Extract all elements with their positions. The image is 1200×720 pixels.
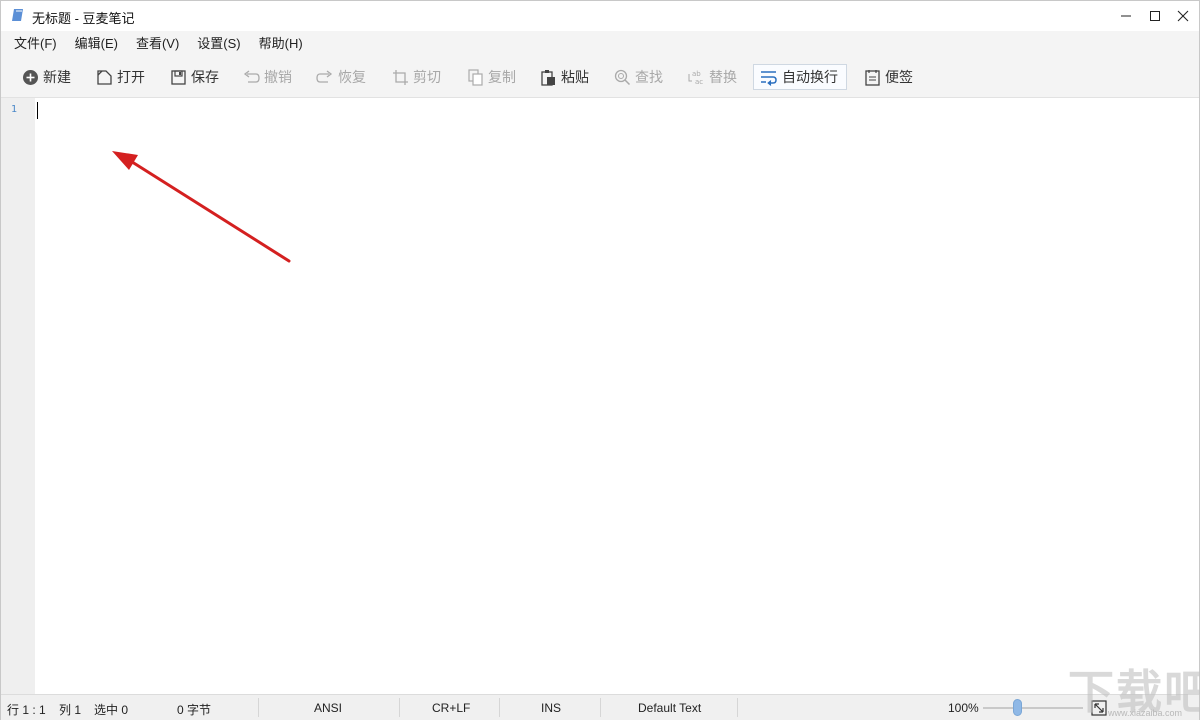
find-icon: [613, 68, 631, 86]
status-line-ending[interactable]: CR+LF: [432, 701, 470, 715]
note-button[interactable]: 便签: [863, 64, 913, 90]
editor-area[interactable]: 1: [1, 98, 1199, 694]
copy-icon: [466, 68, 484, 86]
word-wrap-label: 自动换行: [782, 69, 838, 85]
cut-icon: [391, 68, 409, 86]
copy-button[interactable]: 复制: [466, 64, 516, 90]
save-button[interactable]: 保存: [169, 64, 219, 90]
cut-label: 剪切: [413, 69, 441, 85]
replace-button[interactable]: ab ac 替换: [687, 64, 737, 90]
menu-view[interactable]: 查看(V): [127, 31, 188, 57]
status-encoding[interactable]: ANSI: [314, 701, 342, 715]
status-divider: [399, 698, 400, 717]
paste-icon: [539, 68, 557, 86]
undo-icon: [242, 68, 260, 86]
close-icon: [1177, 10, 1189, 22]
new-label: 新建: [43, 69, 71, 85]
minimize-button[interactable]: [1111, 1, 1141, 31]
menu-bar: 文件(F) 编辑(E) 查看(V) 设置(S) 帮助(H): [1, 31, 1199, 57]
menu-settings[interactable]: 设置(S): [188, 31, 249, 57]
open-label: 打开: [117, 69, 145, 85]
annotation-arrow: [112, 151, 291, 263]
app-window: 无标题 - 豆麦笔记 文件(F) 编辑(E) 查看(V) 设置(S) 帮助(H)…: [0, 0, 1200, 720]
status-bytes: 0 字节: [177, 703, 212, 717]
svg-text:ac: ac: [695, 78, 703, 86]
window-title: 无标题 - 豆麦笔记: [32, 11, 135, 26]
note-label: 便签: [885, 69, 913, 85]
replace-icon: ab ac: [687, 68, 705, 86]
maximize-icon: [1150, 11, 1160, 21]
find-button[interactable]: 查找: [613, 64, 663, 90]
word-wrap-button[interactable]: 自动换行: [753, 64, 847, 90]
menu-help[interactable]: 帮助(H): [250, 31, 312, 57]
open-file-icon: [95, 68, 113, 86]
word-wrap-icon: [760, 68, 778, 86]
redo-button[interactable]: 恢复: [316, 64, 366, 90]
status-divider: [258, 698, 259, 717]
save-icon: [169, 68, 187, 86]
zoom-slider-thumb[interactable]: [1013, 699, 1023, 716]
menu-file[interactable]: 文件(F): [5, 31, 66, 57]
redo-icon: [316, 68, 334, 86]
status-selection: 选中 0: [94, 703, 129, 717]
paste-button[interactable]: 粘贴: [539, 64, 589, 90]
status-column: 列 1: [59, 703, 82, 717]
new-button[interactable]: 新建: [21, 64, 71, 90]
copy-label: 复制: [488, 69, 516, 85]
status-insert-mode[interactable]: INS: [541, 701, 561, 715]
close-button[interactable]: [1168, 1, 1198, 31]
toolbar: 新建 打开 保存 撤销 恢复 剪切 复制 粘贴 查找 ab ac 替换 自动换行…: [1, 57, 1199, 98]
status-divider: [737, 698, 738, 717]
status-position: 行 1 : 1: [7, 703, 46, 717]
status-syntax[interactable]: Default Text: [638, 701, 701, 715]
svg-text:ab: ab: [692, 70, 701, 78]
paste-label: 粘贴: [561, 69, 589, 85]
status-divider: [499, 698, 500, 717]
find-label: 查找: [635, 69, 663, 85]
status-divider: [600, 698, 601, 717]
minimize-icon: [1121, 15, 1131, 17]
open-button[interactable]: 打开: [95, 64, 145, 90]
cut-button[interactable]: 剪切: [391, 64, 441, 90]
app-logo-icon: [10, 8, 26, 22]
undo-button[interactable]: 撤销: [242, 64, 292, 90]
replace-label: 替换: [709, 69, 737, 85]
menu-edit[interactable]: 编辑(E): [66, 31, 127, 57]
redo-label: 恢复: [338, 69, 366, 85]
status-bar: 行 1 : 1 列 1 选中 0 0 字节 ANSI CR+LF INS Def…: [1, 694, 1199, 720]
maximize-button[interactable]: [1140, 1, 1170, 31]
save-label: 保存: [191, 69, 219, 85]
title-bar: 无标题 - 豆麦笔记: [1, 1, 1199, 31]
status-zoom: 100%: [948, 701, 979, 715]
plus-circle-icon: [21, 68, 39, 86]
note-icon: [863, 68, 881, 86]
watermark-url: www.xiazaiba.com: [1108, 708, 1183, 718]
undo-label: 撤销: [264, 69, 292, 85]
